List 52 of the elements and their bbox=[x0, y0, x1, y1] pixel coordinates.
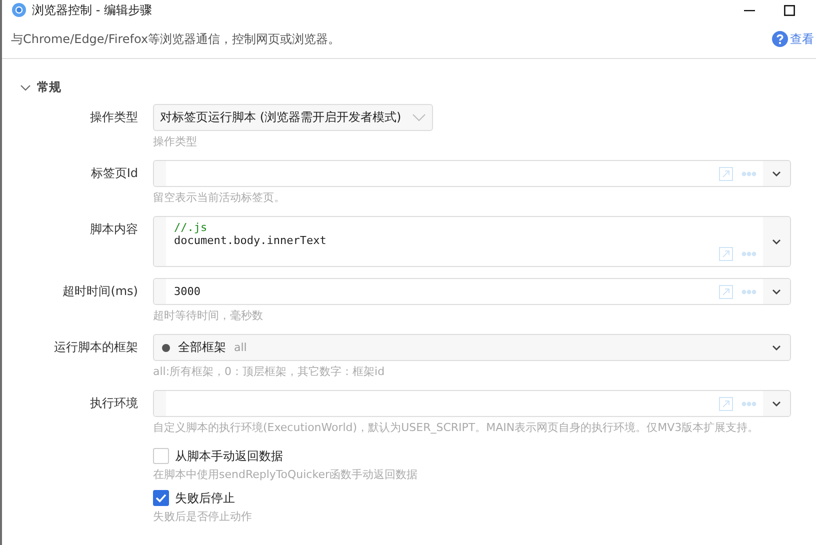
option-select[interactable]: 全部框架 all bbox=[153, 334, 791, 361]
chevron-down-icon bbox=[771, 169, 782, 178]
more-icon[interactable] bbox=[741, 400, 757, 406]
text-field[interactable] bbox=[153, 160, 791, 187]
hint-text: 操作类型 bbox=[153, 134, 198, 150]
chevron-down-icon bbox=[771, 287, 782, 296]
code-line: document.body.innerText bbox=[174, 234, 328, 247]
code-line: //.js bbox=[174, 221, 208, 234]
checkbox-label[interactable]: 从脚本手动返回数据 bbox=[175, 448, 283, 464]
more-icon[interactable] bbox=[741, 251, 757, 257]
hint-text: 自定义脚本的执行环境(ExecutionWorld)，默认为USER_SCRIPT。MAIN表示网页自身的执行环境。仅MV3版本扩展支持。 bbox=[153, 420, 760, 436]
hint-text: all:所有框架，0：顶层框架，其它数字：框架id bbox=[153, 364, 386, 380]
chevron-down-icon bbox=[412, 113, 426, 122]
code-editor[interactable]: //.js document.body.innerText bbox=[153, 216, 791, 267]
field-label: 超时时间(ms) bbox=[62, 283, 139, 300]
option-note: all bbox=[234, 341, 247, 354]
select-dropdown[interactable]: 对标签页运行脚本 (浏览器需开启开发者模式) bbox=[153, 104, 433, 131]
chevron-down-icon bbox=[771, 399, 782, 408]
more-icon[interactable] bbox=[741, 288, 757, 294]
checkbox-label[interactable]: 失败后停止 bbox=[175, 490, 235, 506]
field-label: 标签页Id bbox=[90, 165, 139, 182]
expand-icon[interactable] bbox=[719, 166, 733, 180]
field-label: 运行脚本的框架 bbox=[53, 339, 139, 356]
description-text: 与Chrome/Edge/Firefox等浏览器通信，控制网页或浏览器。 bbox=[11, 30, 340, 48]
browser-icon bbox=[12, 3, 26, 17]
help-link[interactable]: 查看 bbox=[790, 30, 814, 48]
field-label: 执行环境 bbox=[89, 395, 139, 412]
field-label: 脚本内容 bbox=[89, 221, 139, 238]
hint-text: 在脚本中使用sendReplyToQuicker函数手动返回数据 bbox=[153, 467, 418, 483]
expand-icon[interactable] bbox=[719, 247, 733, 261]
more-icon[interactable] bbox=[741, 170, 757, 176]
maximize-button[interactable] bbox=[782, 3, 796, 17]
option-value: 全部框架 bbox=[178, 339, 226, 356]
field-label: 操作类型 bbox=[89, 109, 139, 126]
dot-icon bbox=[162, 344, 170, 352]
checkbox[interactable] bbox=[153, 490, 169, 506]
window-title: 浏览器控制 - 编辑步骤 bbox=[32, 2, 152, 18]
section-title[interactable]: 常规 bbox=[37, 78, 61, 96]
checkbox[interactable] bbox=[153, 448, 169, 464]
chevron-down-icon bbox=[771, 237, 782, 246]
help-icon bbox=[772, 31, 788, 47]
expand-icon[interactable] bbox=[719, 284, 733, 298]
expand-icon[interactable] bbox=[719, 396, 733, 410]
hint-text: 失败后是否停止动作 bbox=[153, 509, 253, 525]
text-field[interactable]: 3000 bbox=[153, 278, 791, 305]
hint-text: 留空表示当前活动标签页。 bbox=[153, 190, 286, 206]
text-field[interactable] bbox=[153, 390, 791, 417]
chevron-down-icon bbox=[771, 343, 782, 352]
hint-text: 超时等待时间，毫秒数 bbox=[153, 308, 264, 324]
maximize-icon bbox=[784, 4, 794, 16]
field-value: 3000 bbox=[174, 285, 200, 298]
check-icon bbox=[155, 493, 167, 503]
